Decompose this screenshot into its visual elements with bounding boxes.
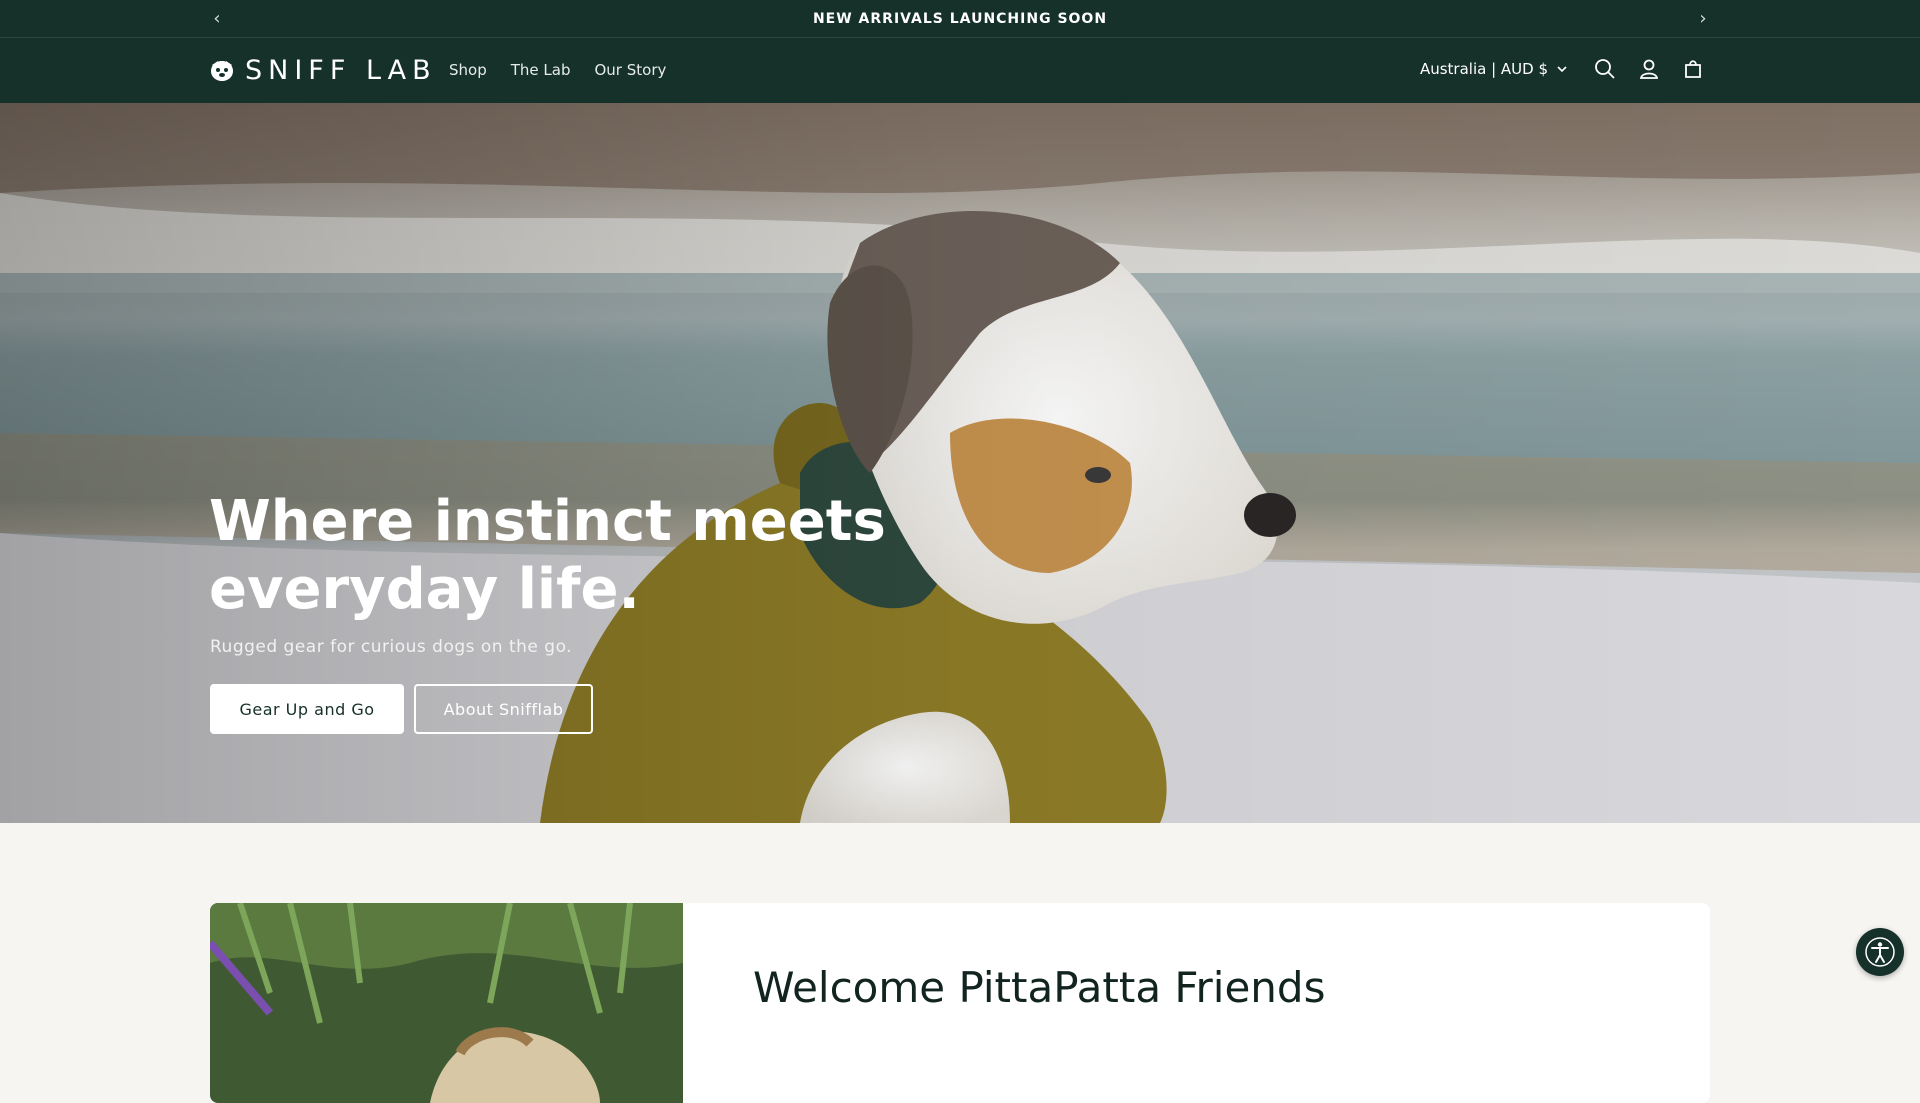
main-nav: Shop The Lab Our Story (449, 61, 666, 79)
nav-item-shop[interactable]: Shop (449, 61, 487, 79)
country-selector[interactable]: Australia | AUD $ (1420, 60, 1568, 78)
announcement-bar: ‹ NEW ARRIVALS LAUNCHING SOON › (0, 0, 1920, 38)
hero-title: Where instinct meets everyday life. (209, 489, 886, 622)
gear-up-button[interactable]: Gear Up and Go (210, 684, 404, 734)
accessibility-icon (1865, 937, 1895, 967)
hero-subtitle: Rugged gear for curious dogs on the go. (210, 637, 573, 657)
site-header: SNIFF LAB Shop The Lab Our Story Austral… (0, 38, 1920, 103)
chevron-right-icon[interactable]: › (1692, 8, 1714, 30)
search-icon[interactable] (1592, 56, 1618, 82)
welcome-image (210, 903, 683, 1103)
about-button[interactable]: About Snifflab (414, 684, 593, 734)
hero-banner: Where instinct meets everyday life. Rugg… (0, 103, 1920, 823)
accessibility-button[interactable] (1856, 928, 1904, 976)
chevron-down-icon (1557, 66, 1567, 73)
welcome-card: Welcome PittaPatta Friends (210, 903, 1710, 1103)
country-selector-label: Australia | AUD $ (1419, 60, 1548, 78)
nav-item-the-lab[interactable]: The Lab (511, 61, 571, 79)
chevron-left-icon[interactable]: ‹ (206, 8, 228, 30)
nav-item-our-story[interactable]: Our Story (594, 61, 666, 79)
logo-text: SNIFF LAB (245, 55, 437, 86)
dog-face-icon (211, 60, 233, 81)
welcome-section: Welcome PittaPatta Friends (0, 823, 1920, 1103)
logo[interactable]: SNIFF LAB (209, 55, 437, 86)
announcement-text: NEW ARRIVALS LAUNCHING SOON (812, 10, 1108, 27)
account-icon[interactable] (1636, 56, 1662, 82)
header-actions: Australia | AUD $ (1420, 56, 1706, 82)
welcome-title: Welcome PittaPatta Friends (753, 963, 1326, 1012)
cart-icon[interactable] (1680, 56, 1706, 82)
